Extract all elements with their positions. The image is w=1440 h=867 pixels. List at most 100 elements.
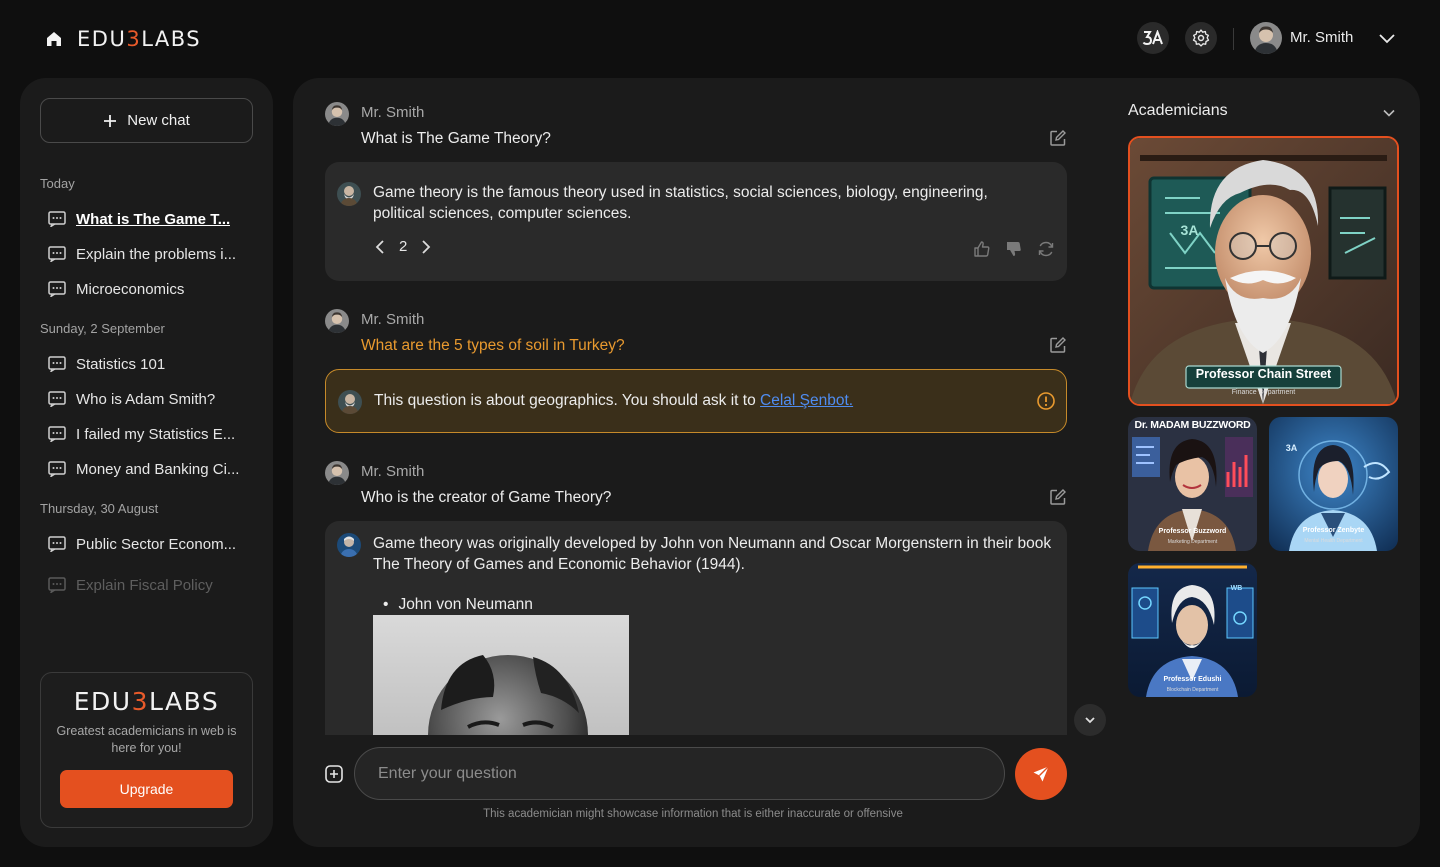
section-label-date: Sunday, 2 September — [40, 321, 165, 336]
edit-icon[interactable] — [1049, 336, 1067, 354]
card-name: Professor Buzzword — [1158, 528, 1227, 535]
send-button[interactable] — [1015, 748, 1067, 800]
chevron-left-icon[interactable] — [373, 239, 387, 255]
card-name: Professor Zenbyte — [1302, 527, 1365, 534]
card-name: Professor Edushi — [1163, 676, 1222, 683]
user-avatar — [325, 102, 349, 126]
message-question: Who is the creator of Game Theory? — [361, 489, 612, 506]
warning-card: This question is about geographics. You … — [325, 369, 1067, 433]
chevron-down-icon[interactable] — [1377, 29, 1397, 49]
card-department: Mental Health Department — [1304, 538, 1363, 544]
upgrade-card: EDU3LABS Greatest academicians in web is… — [40, 672, 253, 828]
edit-icon[interactable] — [1049, 129, 1067, 147]
app-logo[interactable]: EDU3LABS — [77, 27, 201, 51]
answer-card: Game theory is the famous theory used in… — [325, 162, 1067, 281]
question-input[interactable] — [355, 748, 1004, 799]
chat-bubble-icon — [48, 536, 66, 552]
chat-bubble-icon — [48, 356, 66, 372]
answer-actions — [973, 240, 1055, 258]
card-header-text: Dr. MADAM BUZZWORD — [1134, 419, 1251, 431]
thumbs-up-icon[interactable] — [973, 240, 991, 258]
answer-text: Game theory was originally developed by … — [373, 535, 1052, 573]
section-label-date: Thursday, 30 August — [40, 501, 159, 516]
answer-card: Game theory was originally developed by … — [325, 521, 1067, 735]
user-avatar[interactable] — [1250, 22, 1282, 54]
question-input-wrapper — [354, 747, 1005, 800]
info-icon[interactable] — [1036, 391, 1056, 411]
scroll-down-button[interactable] — [1074, 704, 1106, 736]
message-author: Mr. Smith — [361, 104, 425, 121]
top-bar: EDU3LABS Mr. Smith — [0, 0, 1440, 78]
thumbs-down-icon[interactable] — [1005, 240, 1023, 258]
home-icon[interactable] — [44, 29, 64, 49]
user-name[interactable]: Mr. Smith — [1290, 29, 1353, 46]
academician-card-edushi[interactable]: WB Professor Edushi Blockchain Departmen… — [1128, 563, 1257, 697]
message-author: Mr. Smith — [361, 463, 425, 480]
upgrade-logo: EDU3LABS — [73, 687, 220, 716]
chat-bubble-icon — [48, 211, 66, 227]
disclaimer-text: This academician might showcase informat… — [483, 808, 903, 820]
academician-card-buzzword[interactable]: Dr. MADAM BUZZWORD Professor Buzzword Ma… — [1128, 417, 1257, 551]
history-item[interactable]: Statistics 101 — [48, 349, 258, 379]
brand-badge-button[interactable] — [1137, 22, 1169, 54]
academician-link[interactable]: Celal Şenbot. — [760, 392, 853, 409]
history-item[interactable]: Microeconomics — [48, 274, 258, 304]
chevron-down-icon — [1085, 717, 1095, 724]
edit-icon[interactable] — [1049, 488, 1067, 506]
history-item[interactable]: Explain Fiscal Policy — [48, 570, 258, 600]
academician-avatar — [337, 182, 361, 206]
card-name: Professor Chain Street — [1195, 367, 1332, 381]
academician-card-chain-street[interactable]: Professor Chain Street Finance Departmen… — [1128, 136, 1399, 406]
card-department: Finance Department — [1231, 389, 1296, 396]
chat-bubble-icon — [48, 577, 66, 593]
main-panel: Mr. Smith What is The Game Theory? Game … — [293, 78, 1420, 847]
card-badge: WB — [1230, 585, 1243, 592]
chevron-right-icon[interactable] — [419, 239, 433, 255]
chat-bubble-icon — [48, 461, 66, 477]
sidebar: New chat Today What is The Game T... Exp… — [20, 78, 273, 847]
history-item[interactable]: Who is Adam Smith? — [48, 384, 258, 414]
chat-bubble-icon — [48, 391, 66, 407]
gear-icon — [1192, 29, 1210, 47]
plus-icon — [104, 114, 117, 127]
regenerate-icon[interactable] — [1037, 240, 1055, 258]
history-item[interactable]: Public Sector Econom... — [48, 529, 258, 559]
message-author: Mr. Smith — [361, 311, 425, 328]
message-question: What is The Game Theory? — [361, 130, 551, 147]
chevron-down-icon[interactable] — [1381, 105, 1397, 121]
card-badge: 3A — [1180, 222, 1199, 238]
warning-text: This question is about geographics. You … — [374, 392, 854, 409]
answer-pager: 2 — [373, 238, 433, 255]
settings-button[interactable] — [1185, 22, 1217, 54]
portrait-image — [373, 615, 629, 735]
academician-avatar — [337, 533, 361, 557]
academician-avatar — [338, 390, 362, 414]
academicians-title: Academicians — [1128, 102, 1228, 119]
attach-icon[interactable] — [324, 764, 344, 784]
history-item[interactable]: Money and Banking Ci... — [48, 454, 258, 484]
chat-bubble-icon — [48, 426, 66, 442]
answer-page-number: 2 — [399, 238, 408, 255]
history-item[interactable]: I failed my Statistics E... — [48, 419, 258, 449]
card-department: Blockchain Department — [1166, 687, 1219, 693]
upgrade-button[interactable]: Upgrade — [60, 770, 233, 808]
user-avatar — [325, 461, 349, 485]
card-badge: 3A — [1285, 443, 1298, 453]
message-question: What are the 5 types of soil in Turkey? — [361, 337, 625, 354]
card-department: Marketing Department — [1167, 539, 1218, 545]
academician-card-zenbyte[interactable]: 3A Professor Zenbyte Mental Health Depar… — [1269, 417, 1398, 551]
chat-area[interactable]: Mr. Smith What is The Game Theory? Game … — [293, 78, 1093, 735]
user-avatar — [325, 309, 349, 333]
brand-3a-icon — [1142, 30, 1163, 46]
chat-bubble-icon — [48, 281, 66, 297]
upgrade-text: Greatest academicians in web is here for… — [56, 724, 237, 755]
section-label-today: Today — [40, 176, 75, 191]
header-divider — [1233, 28, 1234, 50]
history-item[interactable]: Explain the problems i... — [48, 239, 258, 269]
history-item[interactable]: What is The Game T... — [48, 204, 258, 234]
professor-portrait — [1130, 138, 1397, 404]
send-icon — [1033, 766, 1049, 782]
answer-text: Game theory is the famous theory used in… — [373, 184, 988, 222]
new-chat-button[interactable]: New chat — [40, 98, 253, 143]
chat-bubble-icon — [48, 246, 66, 262]
